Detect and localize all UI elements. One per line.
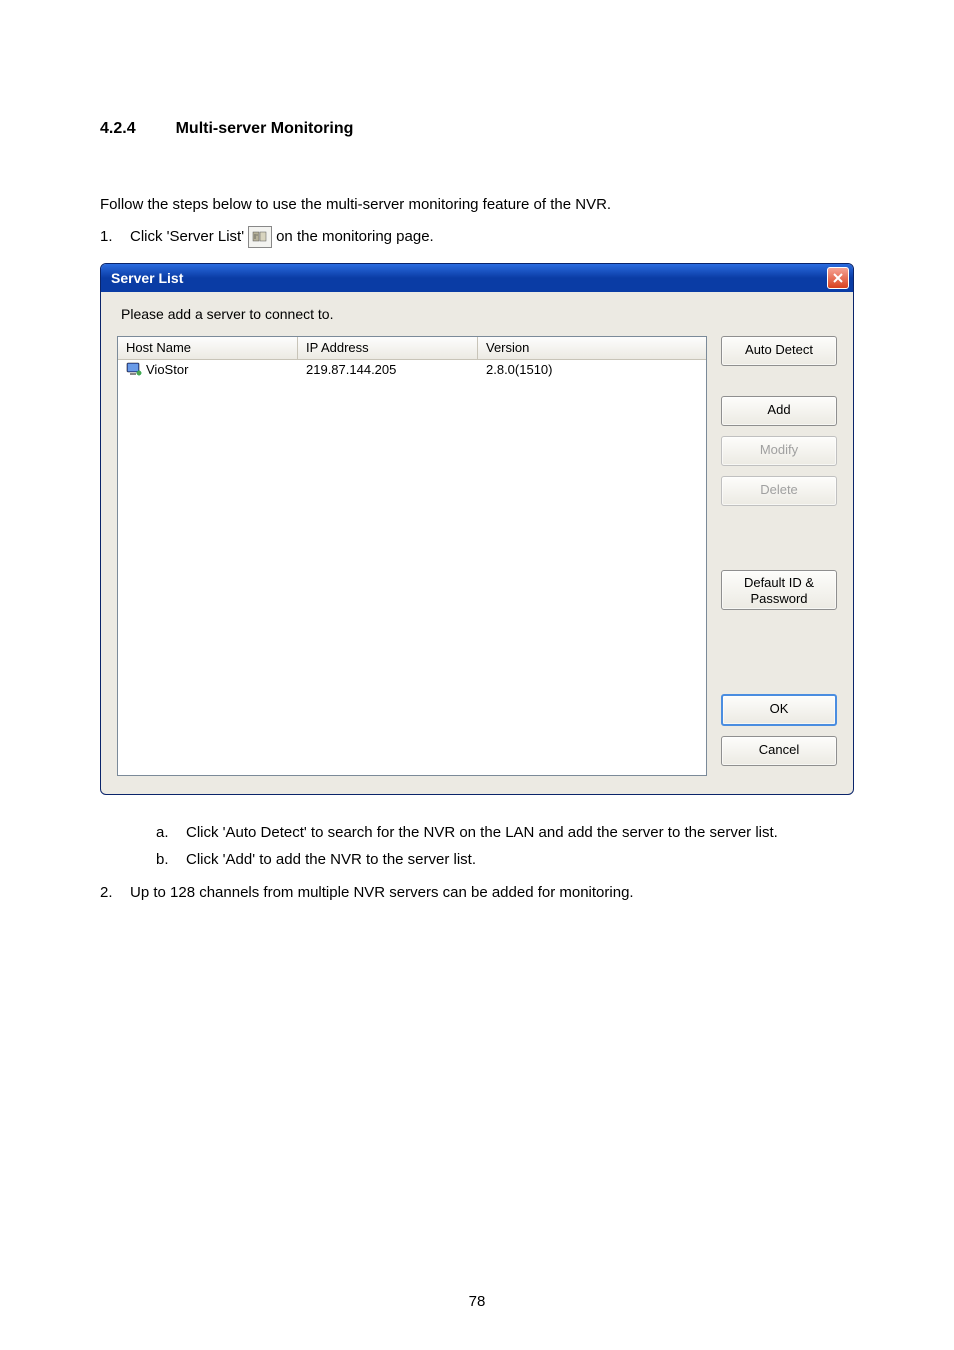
step1-before: Click 'Server List': [130, 225, 244, 249]
cell-version: 2.8.0(1510): [478, 362, 706, 377]
col-version[interactable]: Version: [478, 337, 706, 359]
heading-number: 4.2.4: [100, 120, 136, 138]
step2-number: 2.: [100, 884, 130, 901]
dialog-titlebar[interactable]: Server List: [101, 264, 853, 292]
server-listview[interactable]: Host Name IP Address Version: [117, 336, 707, 776]
add-button[interactable]: Add: [721, 396, 837, 426]
cell-hostname: VioStor: [146, 362, 188, 377]
auto-detect-button[interactable]: Auto Detect: [721, 336, 837, 366]
col-hostname[interactable]: Host Name: [118, 337, 298, 359]
sub-b-text: Click 'Add' to add the NVR to the server…: [186, 846, 476, 874]
cell-ip: 219.87.144.205: [298, 362, 478, 377]
delete-button: Delete: [721, 476, 837, 506]
page-number: 78: [0, 1293, 954, 1310]
step-2: 2. Up to 128 channels from multiple NVR …: [100, 884, 854, 901]
listview-header: Host Name IP Address Version: [118, 337, 706, 360]
sub-item-b: b. Click 'Add' to add the NVR to the ser…: [156, 846, 854, 874]
table-row[interactable]: VioStor 219.87.144.205 2.8.0(1510): [118, 360, 706, 379]
sub-a-label: a.: [156, 819, 186, 847]
cancel-button[interactable]: Cancel: [721, 736, 837, 766]
col-ip[interactable]: IP Address: [298, 337, 478, 359]
sub-item-a: a. Click 'Auto Detect' to search for the…: [156, 819, 854, 847]
sub-b-label: b.: [156, 846, 186, 874]
section-heading: 4.2.4 Multi-server Monitoring: [100, 120, 854, 138]
step1-after: on the monitoring page.: [276, 225, 434, 249]
step2-text: Up to 128 channels from multiple NVR ser…: [130, 884, 634, 901]
ok-button[interactable]: OK: [721, 694, 837, 726]
dialog-title: Server List: [111, 270, 183, 286]
step-1: 1. Click 'Server List' on the monitoring…: [100, 225, 854, 249]
host-icon: [126, 362, 142, 376]
close-icon[interactable]: [827, 267, 849, 289]
sub-a-text: Click 'Auto Detect' to search for the NV…: [186, 819, 778, 847]
intro-text: Follow the steps below to use the multi-…: [100, 194, 854, 217]
modify-button: Modify: [721, 436, 837, 466]
heading-title: Multi-server Monitoring: [176, 120, 354, 137]
dialog-prompt: Please add a server to connect to.: [117, 306, 837, 322]
server-list-icon: [248, 226, 272, 248]
default-id-password-button[interactable]: Default ID & Password: [721, 570, 837, 610]
step-number: 1.: [100, 225, 130, 249]
server-list-dialog: Server List Please add a server to conne…: [100, 263, 854, 795]
